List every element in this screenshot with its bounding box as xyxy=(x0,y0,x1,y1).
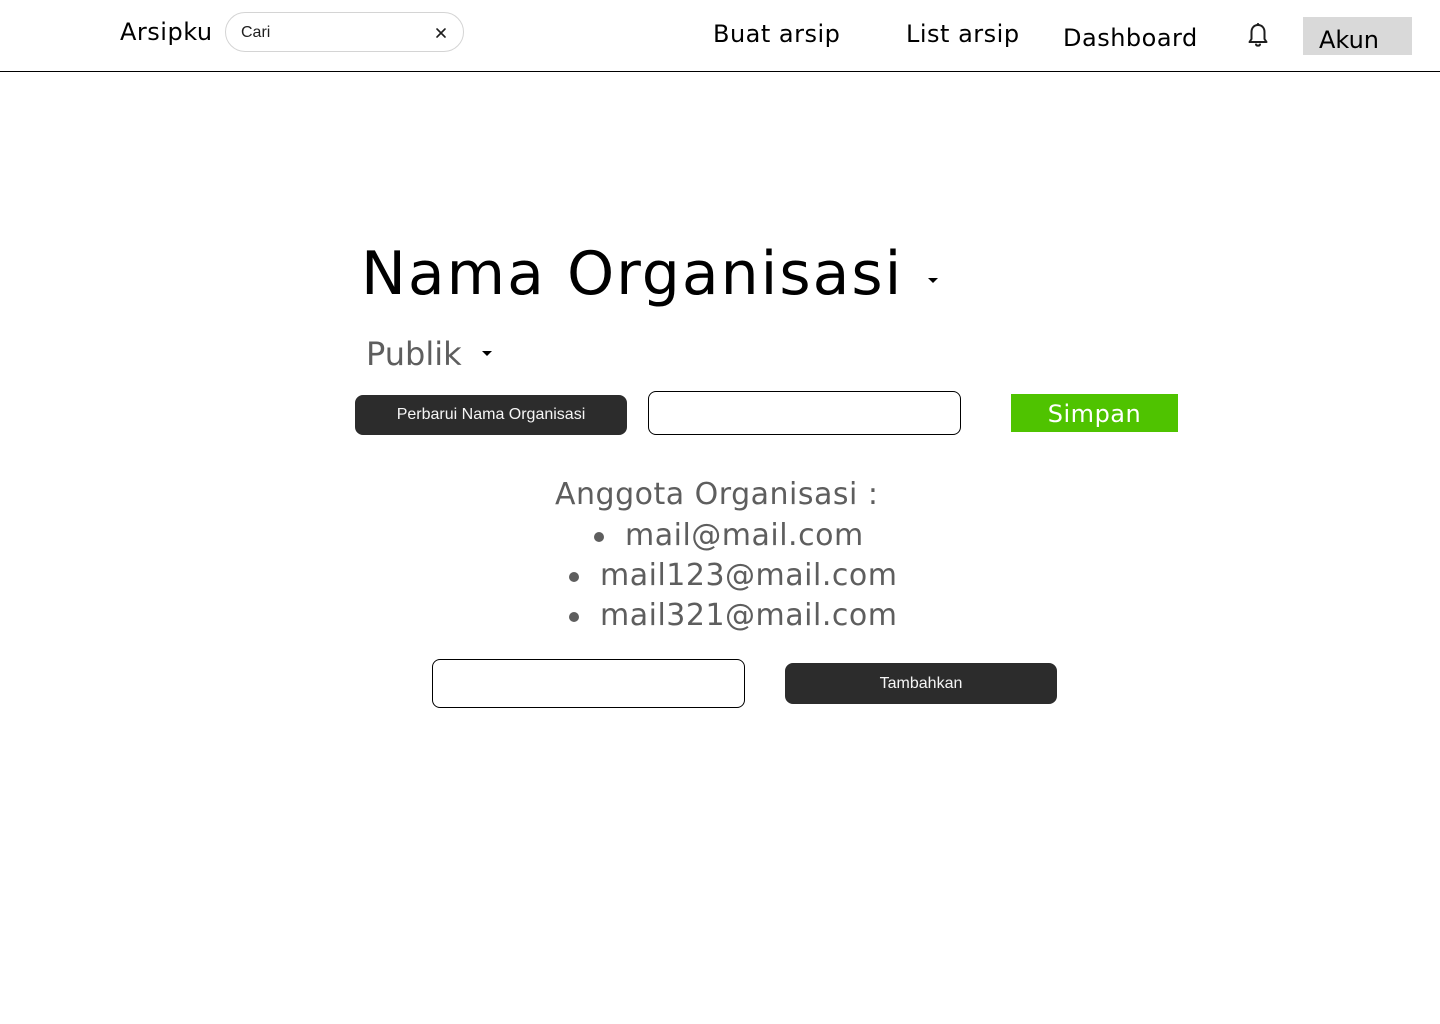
member-email: mail321@mail.com xyxy=(600,598,898,633)
bullet xyxy=(594,532,604,542)
nav-dashboard[interactable]: Dashboard xyxy=(1063,22,1198,54)
list-item: mail123@mail.com xyxy=(569,556,898,596)
member-email-input[interactable] xyxy=(432,659,745,708)
member-email: mail123@mail.com xyxy=(600,558,898,593)
save-button[interactable]: Simpan xyxy=(1011,394,1178,432)
nav-list-arsip[interactable]: List arsip xyxy=(906,18,1020,50)
organization-name-input[interactable] xyxy=(648,391,961,435)
chevron-down-icon[interactable] xyxy=(482,351,492,356)
members-heading: Anggota Organisasi : xyxy=(555,477,879,512)
close-icon[interactable] xyxy=(432,24,450,42)
visibility-selector[interactable]: Publik xyxy=(366,334,462,374)
account-button[interactable]: Akun xyxy=(1303,17,1412,55)
list-item: mail321@mail.com xyxy=(569,596,898,636)
list-item: mail@mail.com xyxy=(594,516,864,556)
add-member-button[interactable]: Tambahkan xyxy=(785,663,1057,704)
bullet xyxy=(569,612,579,622)
member-email: mail@mail.com xyxy=(625,518,864,553)
organization-name-title: Nama Organisasi xyxy=(361,239,904,309)
nav-buat-arsip[interactable]: Buat arsip xyxy=(713,18,840,50)
bell-icon[interactable] xyxy=(1246,22,1270,50)
bullet xyxy=(569,572,579,582)
brand-logo[interactable]: Arsipku xyxy=(120,16,213,48)
search-input[interactable] xyxy=(241,22,421,44)
top-navbar: Arsipku Buat arsip List arsip Dashboard … xyxy=(0,0,1440,72)
rename-organization-button[interactable]: Perbarui Nama Organisasi xyxy=(355,395,627,435)
chevron-down-icon[interactable] xyxy=(928,278,938,283)
search-box[interactable] xyxy=(225,12,464,52)
